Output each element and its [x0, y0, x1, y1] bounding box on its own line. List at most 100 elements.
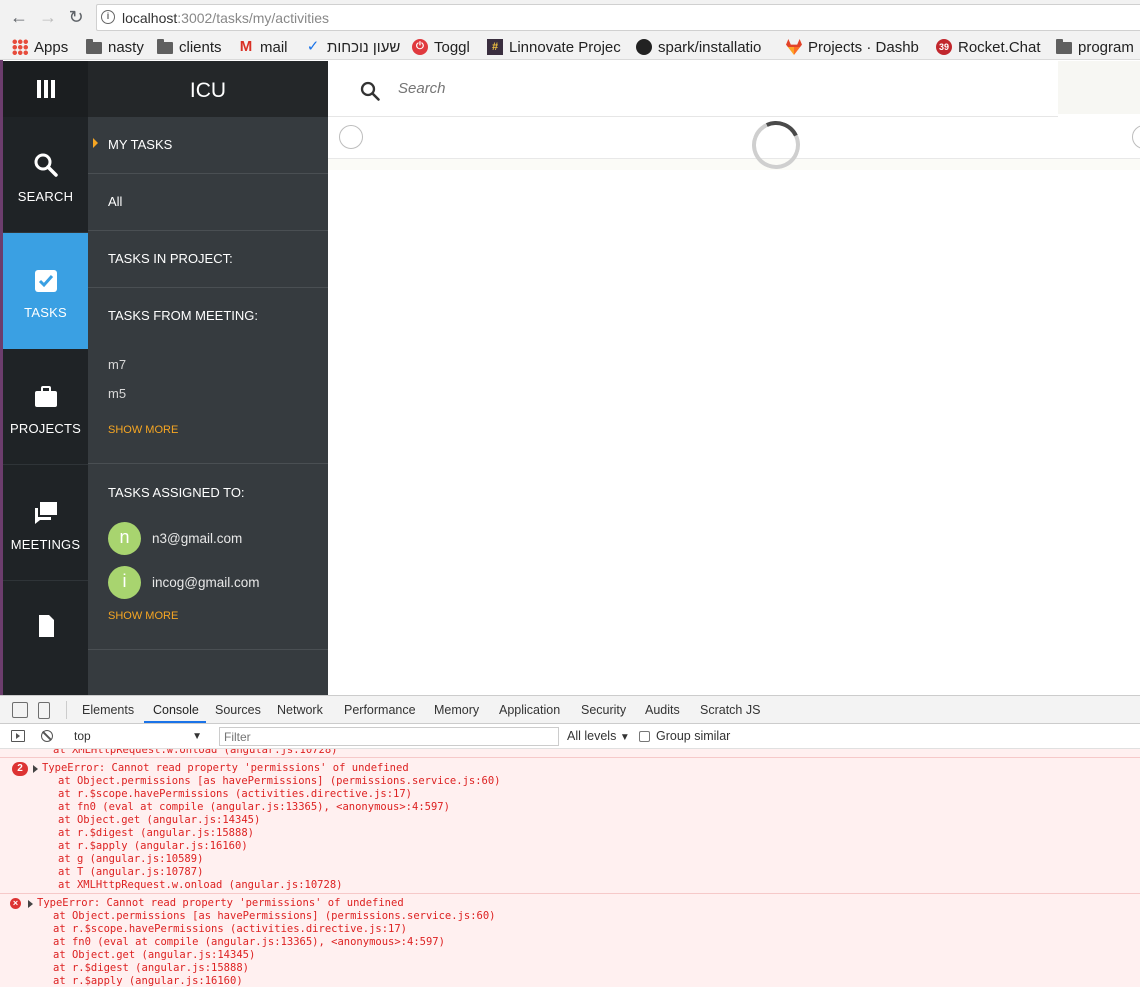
- bookmark-spark[interactable]: spark/installatio: [636, 37, 774, 57]
- show-sidebar-icon[interactable]: [11, 730, 25, 742]
- bookmark-clients[interactable]: clients: [157, 37, 222, 57]
- tab-console[interactable]: Console: [153, 703, 199, 717]
- gmail-icon: M: [239, 38, 253, 55]
- console-line: at XMLHttpRequest.w.onload (angular.js:1…: [53, 749, 338, 756]
- expand-triangle-icon[interactable]: [33, 765, 38, 773]
- address-bar[interactable]: i localhost:3002/tasks/my/activities: [96, 4, 1140, 31]
- stack-frame[interactable]: at r.$apply (angular.js:16160): [53, 975, 243, 987]
- app-header: ICU: [88, 61, 328, 117]
- show-more-meetings-link[interactable]: SHOW MORE: [108, 424, 178, 436]
- hash-icon: #: [487, 39, 503, 55]
- caret-right-icon: [93, 138, 98, 148]
- stack-frame[interactable]: at Object.get (angular.js:14345): [53, 949, 255, 962]
- rocketchat-icon: 39: [936, 39, 952, 55]
- stack-frame[interactable]: at r.$digest (angular.js:15888): [58, 827, 254, 840]
- task-checkbox[interactable]: [339, 125, 363, 149]
- screen: ← → ↻ i localhost:3002/tasks/my/activiti…: [0, 0, 1140, 987]
- tab-audits[interactable]: Audits: [645, 703, 680, 717]
- assignee-email[interactable]: incog@gmail.com: [152, 575, 260, 590]
- new-task-row[interactable]: [328, 117, 1140, 159]
- nav-projects[interactable]: PROJECTS: [3, 349, 88, 465]
- divider: [66, 701, 67, 719]
- expand-triangle-icon[interactable]: [28, 900, 33, 908]
- tab-application[interactable]: Application: [499, 703, 560, 717]
- header-right-panel: [1058, 61, 1140, 114]
- avatar[interactable]: n: [108, 522, 141, 555]
- stack-frame[interactable]: at Object.permissions [as havePermission…: [58, 775, 501, 788]
- bookmark-rocketchat[interactable]: 39 Rocket.Chat: [936, 37, 1041, 57]
- bookmark-apps[interactable]: Apps: [12, 37, 68, 57]
- url-text[interactable]: localhost:3002/tasks/my/activities: [122, 10, 329, 26]
- show-more-assignees-link[interactable]: SHOW MORE: [108, 610, 178, 622]
- context-selector[interactable]: top ▼: [66, 727, 206, 746]
- device-toolbar-icon[interactable]: [38, 702, 50, 719]
- stack-frame[interactable]: at Object.get (angular.js:14345): [58, 814, 260, 827]
- tab-security[interactable]: Security: [581, 703, 626, 717]
- tab-memory[interactable]: Memory: [434, 703, 479, 717]
- stack-frame[interactable]: at r.$scope.havePermissions (activities.…: [53, 923, 407, 936]
- browser-toolbar: ← → ↻ i localhost:3002/tasks/my/activiti…: [0, 0, 1140, 34]
- filter-all[interactable]: All: [88, 174, 328, 231]
- filter-tasks-in-project[interactable]: TASKS IN PROJECT:: [88, 231, 328, 288]
- folder-icon: [157, 39, 173, 54]
- assignee-email[interactable]: n3@gmail.com: [152, 531, 242, 546]
- tab-elements[interactable]: Elements: [82, 703, 134, 717]
- task-filters-sidebar: ICU MY TASKS All TASKS IN PROJECT: TASKS…: [88, 61, 328, 695]
- console-toolbar: top ▼ All levels ▼ Group similar: [0, 724, 1140, 749]
- nav-tasks[interactable]: TASKS: [3, 233, 88, 349]
- reload-icon[interactable]: ↻: [67, 8, 85, 26]
- stack-frame[interactable]: at g (angular.js:10589): [58, 853, 203, 866]
- avatar[interactable]: i: [108, 566, 141, 599]
- bookmark-toggl[interactable]: ⏻ Toggl: [412, 37, 470, 57]
- divider: [0, 757, 1140, 758]
- bookmark-program[interactable]: program: [1056, 37, 1134, 57]
- stack-frame[interactable]: at r.$digest (angular.js:15888): [53, 962, 249, 975]
- apps-grid-icon: [12, 39, 28, 55]
- search-input[interactable]: [398, 80, 798, 97]
- group-similar-checkbox[interactable]: [639, 731, 650, 742]
- folder-icon: [86, 39, 102, 54]
- inspect-element-icon[interactable]: [12, 702, 28, 718]
- search-icon[interactable]: [360, 81, 380, 101]
- forward-arrow-icon[interactable]: →: [39, 8, 57, 26]
- tab-scratch-js[interactable]: Scratch JS: [700, 703, 760, 717]
- tab-network[interactable]: Network: [277, 703, 323, 717]
- tab-performance[interactable]: Performance: [344, 703, 416, 717]
- stack-frame[interactable]: at r.$apply (angular.js:16160): [58, 840, 248, 853]
- github-icon: [636, 39, 652, 55]
- columns-menu-icon[interactable]: [36, 79, 56, 99]
- bookmark-linnovate[interactable]: # Linnovate Projec: [487, 37, 625, 57]
- stack-frame[interactable]: at fn0 (eval at compile (angular.js:1336…: [53, 936, 445, 949]
- bookmark-attendance[interactable]: ✓ שעון נוכחות: [305, 37, 401, 57]
- toggl-icon: ⏻: [412, 39, 428, 55]
- stack-frame[interactable]: at Object.permissions [as havePermission…: [53, 910, 496, 923]
- meeting-item[interactable]: m5: [108, 386, 126, 401]
- nav-meetings[interactable]: MEETINGS: [3, 465, 88, 581]
- nav-documents[interactable]: [3, 581, 88, 697]
- tab-sources[interactable]: Sources: [215, 703, 261, 717]
- bookmark-nasty[interactable]: nasty: [86, 37, 144, 57]
- devtools-panel: Elements Console Sources Network Perform…: [0, 695, 1140, 987]
- clear-console-icon[interactable]: [41, 730, 53, 742]
- chat-bubbles-icon: [35, 502, 57, 524]
- bookmark-gitlab[interactable]: Projects · Dashb: [786, 37, 922, 57]
- stack-frame[interactable]: at fn0 (eval at compile (angular.js:1336…: [58, 801, 450, 814]
- meeting-item[interactable]: m7: [108, 357, 126, 372]
- stack-frame[interactable]: at T (angular.js:10787): [58, 866, 203, 879]
- main-nav: SEARCH TASKS PROJECTS MEETINGS: [3, 61, 88, 695]
- back-arrow-icon[interactable]: ←: [10, 8, 28, 26]
- stack-frame[interactable]: at XMLHttpRequest.w.onload (angular.js:1…: [58, 879, 342, 892]
- log-levels-dropdown[interactable]: All levels ▼: [567, 729, 630, 743]
- menu-toggle[interactable]: [3, 61, 88, 117]
- bookmark-mail[interactable]: Mmail: [238, 37, 288, 57]
- nav-search[interactable]: SEARCH: [3, 117, 88, 233]
- filter-my-tasks[interactable]: MY TASKS: [88, 117, 328, 174]
- stack-frame[interactable]: at r.$scope.havePermissions (activities.…: [58, 788, 412, 801]
- divider: [88, 463, 328, 464]
- console-filter-input[interactable]: [219, 727, 559, 746]
- section-tasks-from-meeting: TASKS FROM MEETING:: [108, 308, 258, 323]
- info-icon[interactable]: i: [101, 10, 115, 24]
- app-title: ICU: [189, 79, 227, 102]
- error-x-icon: ×: [10, 898, 21, 909]
- nav-label: PROJECTS: [10, 421, 81, 436]
